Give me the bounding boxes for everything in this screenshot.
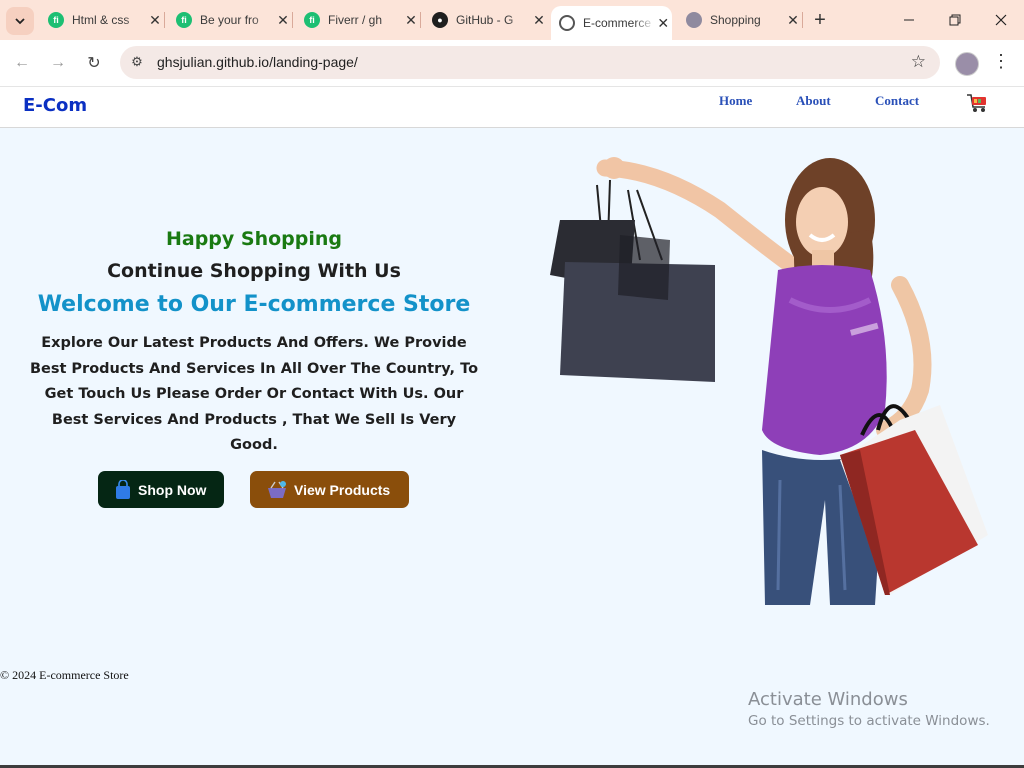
globe-icon <box>559 15 575 31</box>
browser-tab[interactable]: fi Be your fro ✕ <box>168 6 292 34</box>
site-settings-icon[interactable]: ⚙ <box>128 53 146 71</box>
hero-shopping-woman-image <box>550 157 988 605</box>
tab-strip: fi Html & css ✕ fi Be your fro ✕ fi Five… <box>0 0 1024 40</box>
close-icon[interactable]: ✕ <box>530 11 548 29</box>
brand-logo[interactable]: E-Com <box>23 95 87 116</box>
minimize-icon <box>904 19 914 21</box>
tab-title: Shopping <box>710 13 761 27</box>
close-window-button[interactable] <box>978 0 1024 40</box>
close-icon[interactable]: ✕ <box>146 11 164 29</box>
reload-button[interactable]: ↻ <box>80 49 108 77</box>
shop-now-label: Shop Now <box>138 481 207 498</box>
chevron-down-icon <box>15 18 25 25</box>
close-icon <box>995 14 1007 26</box>
back-button[interactable]: ← <box>8 49 36 77</box>
browser-tab[interactable]: Shopping ✕ <box>678 6 802 34</box>
basket-icon <box>268 480 286 498</box>
watermark-title: Activate Windows <box>748 689 908 710</box>
new-tab-button[interactable]: + <box>808 8 832 32</box>
close-icon[interactable]: ✕ <box>274 11 292 29</box>
browser-tab-active[interactable]: E-commerce ✕ <box>551 6 672 40</box>
menu-icon[interactable]: ⋮ <box>992 51 1010 72</box>
url-text[interactable]: ghsjulian.github.io/landing-page/ <box>157 54 358 70</box>
arrow-left-icon: ← <box>14 54 30 71</box>
browser-tab[interactable]: fi Fiverr / gh ✕ <box>296 6 420 34</box>
site-header: E-Com Home About Contact <box>0 87 1024 128</box>
tab-title: Fiverr / gh <box>328 13 383 27</box>
restore-icon <box>949 14 961 26</box>
shopping-bag-icon <box>116 479 130 499</box>
shop-now-button[interactable]: Shop Now <box>98 471 224 508</box>
footer-copyright: © 2024 E-commerce Store <box>0 668 129 682</box>
watermark-subtitle: Go to Settings to activate Windows. <box>748 713 990 729</box>
browser-tab[interactable]: fi Html & css ✕ <box>40 6 164 34</box>
close-icon[interactable]: ✕ <box>402 11 420 29</box>
hero-heading: Welcome to Our E-commerce Store <box>37 292 471 317</box>
nav-about[interactable]: About <box>796 93 831 109</box>
profile-avatar[interactable] <box>955 52 979 76</box>
shopping-cart-icon[interactable] <box>966 92 988 114</box>
reload-icon: ↻ <box>87 55 101 72</box>
hero-subheading: Continue Shopping With Us <box>107 260 401 282</box>
nav-home[interactable]: Home <box>719 93 752 109</box>
browser-toolbar: ← → ↻ ⚙ ghsjulian.github.io/landing-page… <box>0 40 1024 87</box>
activate-windows-watermark: Activate Windows Go to Settings to activ… <box>748 689 990 729</box>
fiverr-icon: fi <box>48 12 64 28</box>
plus-icon: + <box>814 8 826 31</box>
tab-title: GitHub - G <box>456 13 514 27</box>
hero-description: Explore Our Latest Products And Offers. … <box>29 335 479 453</box>
view-products-label: View Products <box>294 481 391 498</box>
address-bar[interactable]: ⚙ ghsjulian.github.io/landing-page/ ☆ <box>120 46 940 79</box>
tab-search-button[interactable] <box>6 7 34 35</box>
fiverr-icon: fi <box>176 12 192 28</box>
minimize-button[interactable] <box>886 0 932 40</box>
tab-title: E-commerce <box>583 16 652 30</box>
hero-tagline: Happy Shopping <box>165 228 343 250</box>
close-icon[interactable]: ✕ <box>655 14 672 32</box>
person-icon <box>686 12 702 28</box>
hero-text: Happy Shopping Continue Shopping With Us… <box>28 228 480 459</box>
forward-button[interactable]: → <box>44 49 72 77</box>
arrow-right-icon: → <box>50 54 66 71</box>
view-products-button[interactable]: View Products <box>250 471 409 508</box>
github-icon: ● <box>432 12 448 28</box>
browser-tab[interactable]: ● GitHub - G ✕ <box>424 6 548 34</box>
close-icon[interactable]: ✕ <box>784 11 802 29</box>
nav-contact[interactable]: Contact <box>875 93 919 109</box>
bookmark-star-icon[interactable]: ☆ <box>911 52 926 72</box>
restore-button[interactable] <box>932 0 978 40</box>
fiverr-icon: fi <box>304 12 320 28</box>
tab-title: Html & css <box>72 13 130 27</box>
tab-title: Be your fro <box>200 13 259 27</box>
